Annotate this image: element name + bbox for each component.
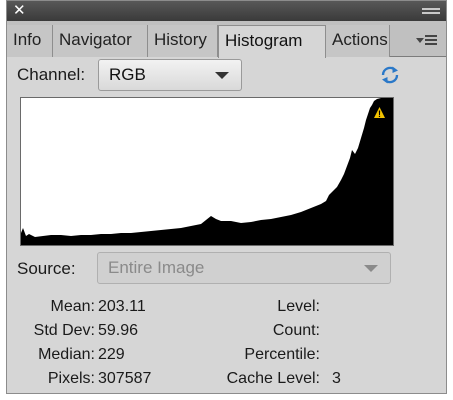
cache-level-label: Cache Level: [226, 370, 320, 387]
percentile-label: Percentile: [244, 346, 320, 363]
histogram-plot: ! [21, 98, 393, 245]
channel-select-value: RGB [109, 65, 146, 84]
mean-label: Mean: [50, 298, 95, 315]
cache-level-value: 3 [332, 370, 341, 387]
channel-select[interactable]: RGB [98, 59, 242, 91]
tab-info[interactable]: Info [7, 25, 53, 57]
refresh-icon[interactable] [379, 64, 401, 86]
count-label: Count: [272, 322, 320, 339]
std-dev-label: Std Dev: [33, 322, 95, 339]
pixels-value: 307587 [98, 370, 152, 387]
source-select-value: Entire Image [108, 258, 205, 277]
level-label: Level: [277, 298, 320, 315]
histogram-graph: ! [20, 97, 394, 246]
mean-value: 203.11 [98, 298, 146, 315]
source-label: Source: [17, 259, 76, 278]
close-icon[interactable]: ✕ [13, 1, 26, 21]
median-value: 229 [98, 346, 125, 363]
std-dev-value: 59.96 [98, 322, 139, 339]
tab-actions[interactable]: Actions [326, 25, 390, 57]
median-label: Median: [38, 346, 95, 363]
tab-history[interactable]: History [148, 25, 218, 57]
tab-navigator[interactable]: Navigator [53, 25, 148, 57]
chevron-down-icon [215, 72, 229, 79]
source-select: Entire Image [97, 252, 391, 284]
clipping-warning-glyph: ! [378, 109, 381, 119]
pixels-label: Pixels: [47, 370, 95, 387]
histogram-panel: ✕ Info Navigator History Histogram Actio… [6, 0, 447, 394]
collapse-icon[interactable] [422, 8, 440, 14]
tab-bar: Info Navigator History Histogram Actions [7, 21, 446, 58]
panel-titlebar[interactable]: ✕ [7, 1, 446, 21]
tab-histogram[interactable]: Histogram [218, 25, 326, 58]
panel-menu-icon[interactable] [416, 35, 438, 47]
channel-label: Channel: [17, 65, 86, 84]
chevron-down-icon [364, 265, 378, 272]
